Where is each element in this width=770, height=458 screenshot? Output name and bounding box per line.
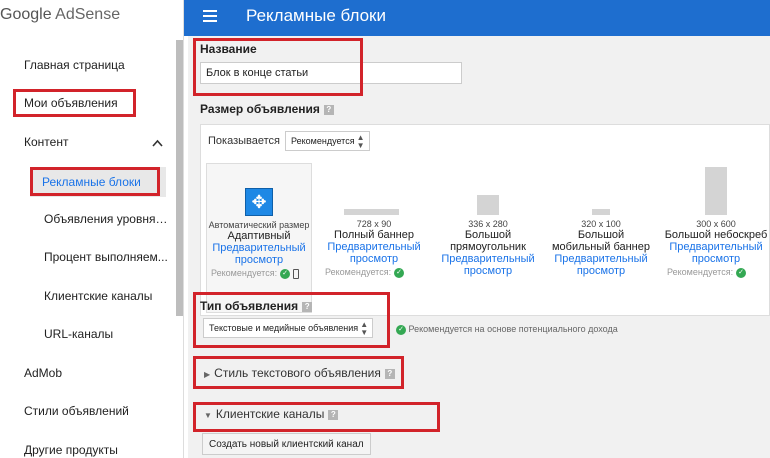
recommended-label: Рекомендуется: ✓ [325, 267, 405, 278]
preview-link[interactable]: Предварительный просмотр [207, 242, 311, 266]
size-option-name: Большой прямоугольник [450, 229, 526, 253]
size-option-dimensions: 728 x 90 [356, 219, 392, 229]
size-option-name: Большой небоскреб [664, 229, 768, 241]
logo-product: AdSense [55, 6, 121, 23]
size-option-dimensions: 300 x 600 [696, 219, 736, 229]
size-option-name: Полный баннер [334, 229, 414, 241]
sidebar-item-content[interactable]: Контент [24, 135, 68, 149]
sidebar-item-custom-channels[interactable]: Клиентские каналы [44, 289, 152, 303]
recommended-text: Рекомендуется: [667, 267, 734, 277]
size-thumbnail [592, 209, 610, 215]
sidebar-item-admob[interactable]: AdMob [24, 366, 62, 380]
sidebar-item-other-products[interactable]: Другие продукты [24, 443, 118, 457]
highlight-box-name [193, 38, 363, 96]
sidebar-item-url-channels[interactable]: URL-каналы [44, 327, 113, 341]
sidebar-item-completion-rate[interactable]: Процент выполняем... [44, 250, 168, 264]
recommended-label: Рекомендуется: ✓ [211, 268, 300, 279]
menu-icon[interactable] [203, 10, 217, 22]
create-custom-channel-button[interactable]: Создать новый клиентский канал [202, 433, 371, 455]
recommended-text: Рекомендуется: [325, 267, 392, 277]
size-option-responsive[interactable]: ✥ Автоматический размер Адаптивный Предв… [206, 163, 312, 313]
recommended-label: Рекомендуется: ✓ [667, 267, 747, 278]
highlight-box-text-style [193, 356, 404, 389]
preview-link[interactable]: Предварительный просмотр [548, 253, 654, 277]
help-icon[interactable]: ? [323, 104, 334, 115]
shown-select-value: Рекомендуется [291, 136, 355, 146]
highlight-box-ad-type [193, 292, 390, 348]
recommended-text: Рекомендуется: [211, 268, 278, 278]
ad-size-label: Размер объявления? [200, 102, 334, 116]
logo-google: Google [0, 6, 52, 23]
size-thumbnail [344, 209, 399, 215]
size-option-name: Большой мобильный баннер [551, 229, 650, 253]
adsense-logo[interactable]: Google AdSense [0, 6, 120, 24]
size-option-leaderboard[interactable]: 728 x 90 Полный баннер Предварительный п… [321, 163, 427, 313]
size-option-name: Адаптивный [227, 230, 291, 242]
sidebar-scrollbar[interactable] [176, 40, 183, 316]
size-option-dimensions: 336 x 280 [468, 219, 508, 229]
shown-select[interactable]: Рекомендуется ▲ ▼ [285, 131, 370, 151]
highlight-box-custom-channels [193, 402, 440, 432]
size-thumbnail [705, 167, 727, 215]
preview-link[interactable]: Предварительный просмотр [435, 253, 541, 277]
check-icon: ✓ [394, 267, 405, 278]
size-thumbnail [477, 195, 499, 215]
check-icon: ✓ [396, 324, 406, 335]
ad-unit-form: Название Блок в конце статьи Размер объя… [188, 36, 770, 458]
shown-label: Показывается [208, 135, 280, 147]
highlight-box-ad-units [30, 167, 160, 196]
ad-size-panel: Показывается Рекомендуется ▲ ▼ ✥ Автомати… [200, 124, 770, 316]
size-option-dimensions: Автоматический размер [208, 220, 310, 230]
size-option-half-page[interactable]: 300 x 600 Большой небоскреб Предваритель… [663, 163, 769, 313]
size-option-large-rectangle[interactable]: 336 x 280 Большой прямоугольник Предвари… [435, 163, 541, 313]
check-icon: ✓ [736, 267, 747, 278]
mobile-icon [293, 268, 300, 279]
sidebar: Google AdSense Главная страница Мои объя… [0, 0, 184, 458]
ad-type-note: ✓ Рекомендуется на основе потенциального… [393, 324, 618, 335]
highlight-box-my-ads [13, 89, 136, 117]
select-arrows-icon: ▲ ▼ [356, 133, 365, 150]
preview-link[interactable]: Предварительный просмотр [663, 241, 769, 265]
chevron-up-icon[interactable] [152, 136, 163, 150]
top-app-bar: Рекламные блоки [184, 0, 770, 36]
sidebar-item-page-level-ads[interactable]: Объявления уровня с... [44, 212, 168, 226]
sidebar-item-home[interactable]: Главная страница [24, 58, 125, 72]
size-option-dimensions: 320 x 100 [581, 219, 621, 229]
page-title: Рекламные блоки [246, 6, 386, 25]
ad-size-label-text: Размер объявления [200, 102, 320, 116]
responsive-resize-icon: ✥ [245, 188, 273, 216]
preview-link[interactable]: Предварительный просмотр [321, 241, 427, 265]
sidebar-item-ad-styles[interactable]: Стили объявлений [24, 404, 129, 418]
ad-type-note-text: Рекомендуется на основе потенциального д… [408, 324, 618, 334]
size-option-large-mobile-banner[interactable]: 320 x 100 Большой мобильный баннер Предв… [548, 163, 654, 313]
check-icon: ✓ [280, 268, 291, 279]
